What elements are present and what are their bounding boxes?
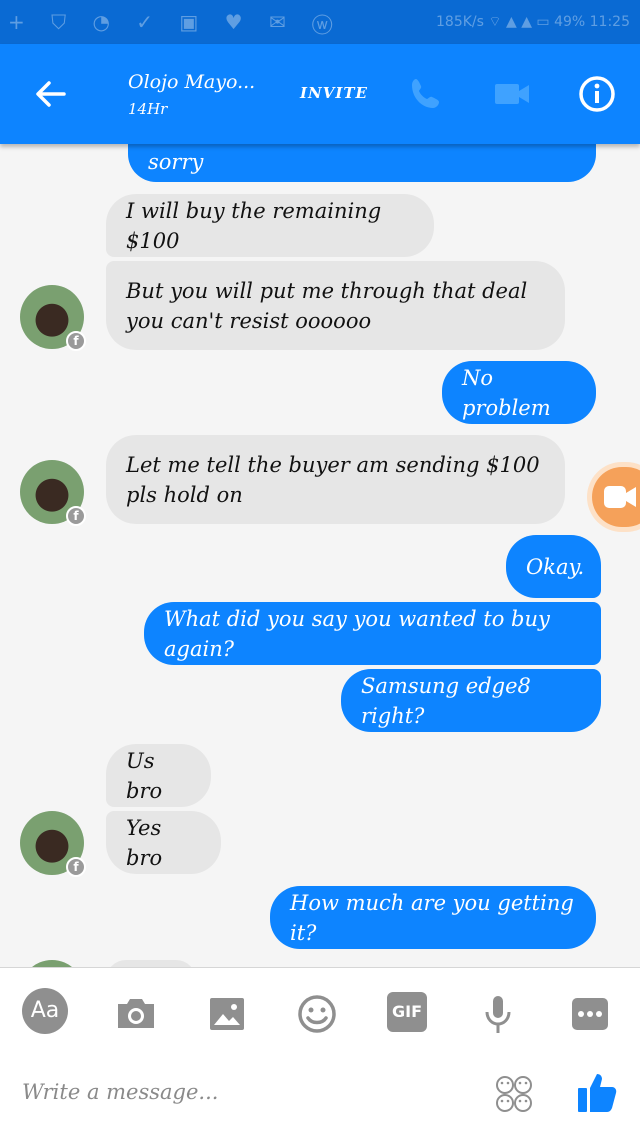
message-text: How much are you getting it? bbox=[290, 890, 574, 945]
microphone-icon[interactable] bbox=[474, 990, 522, 1038]
message-text: But you will put me through that deal yo… bbox=[126, 278, 528, 333]
camera-icon[interactable] bbox=[112, 990, 160, 1038]
contact-avatar[interactable]: f bbox=[20, 811, 86, 877]
message-text: Yes bro bbox=[126, 815, 163, 870]
message-bubble-incoming[interactable]: But you will put me through that deal yo… bbox=[106, 261, 565, 350]
video-camera-icon bbox=[604, 486, 636, 508]
message-text: Let me tell the buyer am sending $100 pl… bbox=[126, 452, 540, 507]
message-bubble-outgoing[interactable]: Samsung edge8 right? bbox=[341, 669, 601, 732]
message-bubble-outgoing[interactable]: Okay. bbox=[506, 535, 601, 598]
message-bubble-incoming[interactable] bbox=[106, 960, 196, 967]
smiley-icon[interactable] bbox=[293, 990, 341, 1038]
status-bar: + ⛉ ◔ ✓ ▣ ♥ ✉ ⓦ 185K/s ⌔ ▲ ▲ ▭ 49% 11:25 bbox=[0, 0, 640, 44]
message-text: sorry bbox=[148, 150, 204, 174]
status-icons-left: + ⛉ ◔ ✓ ▣ ♥ ✉ ⓦ bbox=[8, 10, 343, 34]
stickers-icon[interactable] bbox=[494, 1074, 534, 1114]
aa-icon[interactable]: Aa bbox=[22, 988, 68, 1034]
conversation-header: Olojo Mayo... 14Hr INVITE bbox=[0, 44, 640, 144]
back-arrow-icon[interactable] bbox=[30, 74, 70, 114]
message-text: I will buy the remaining $100 bbox=[126, 198, 382, 253]
composer-bar: Aa GIF Write a message... bbox=[0, 967, 640, 1138]
message-bubble-outgoing[interactable]: What did you say you wanted to buy again… bbox=[144, 602, 601, 665]
message-text: Us bro bbox=[126, 748, 163, 803]
status-icons-right: 185K/s ⌔ ▲ ▲ ▭ 49% 11:25 bbox=[436, 14, 630, 30]
message-bubble-outgoing[interactable]: How much are you getting it? bbox=[270, 886, 596, 949]
phone-icon[interactable] bbox=[404, 72, 448, 116]
message-bubble-incoming[interactable]: Yes bro bbox=[106, 811, 221, 874]
contact-avatar[interactable]: f bbox=[20, 285, 86, 351]
facebook-badge-icon: f bbox=[66, 331, 86, 351]
message-thread[interactable]: sorry I will buy the remaining $100 But … bbox=[0, 144, 640, 967]
message-bubble-incoming[interactable]: I will buy the remaining $100 bbox=[106, 194, 434, 257]
video-camera-icon[interactable] bbox=[490, 72, 534, 116]
last-active-time: 14Hr bbox=[128, 100, 168, 118]
message-text: What did you say you wanted to buy again… bbox=[164, 606, 550, 661]
message-bubble-incoming[interactable]: Let me tell the buyer am sending $100 pl… bbox=[106, 435, 565, 524]
message-text: Okay. bbox=[526, 554, 585, 579]
message-text: No problem bbox=[462, 365, 551, 420]
message-input[interactable]: Write a message... bbox=[22, 1080, 218, 1104]
facebook-badge-icon: f bbox=[66, 506, 86, 526]
image-icon[interactable] bbox=[203, 990, 251, 1038]
message-bubble-incoming[interactable]: Us bro bbox=[106, 744, 211, 807]
info-icon[interactable] bbox=[575, 72, 619, 116]
message-text: Samsung edge8 right? bbox=[361, 673, 531, 728]
thumbs-up-icon[interactable] bbox=[574, 1069, 620, 1115]
contact-name[interactable]: Olojo Mayo... bbox=[128, 71, 255, 93]
gif-icon[interactable]: GIF bbox=[387, 992, 427, 1032]
message-bubble-outgoing[interactable]: No problem bbox=[442, 361, 596, 424]
message-bubble-outgoing[interactable]: sorry bbox=[128, 144, 596, 182]
invite-button[interactable]: INVITE bbox=[300, 84, 368, 102]
contact-avatar[interactable] bbox=[20, 960, 84, 967]
facebook-badge-icon: f bbox=[66, 857, 86, 877]
more-icon[interactable] bbox=[566, 990, 614, 1038]
contact-avatar[interactable]: f bbox=[20, 460, 86, 526]
